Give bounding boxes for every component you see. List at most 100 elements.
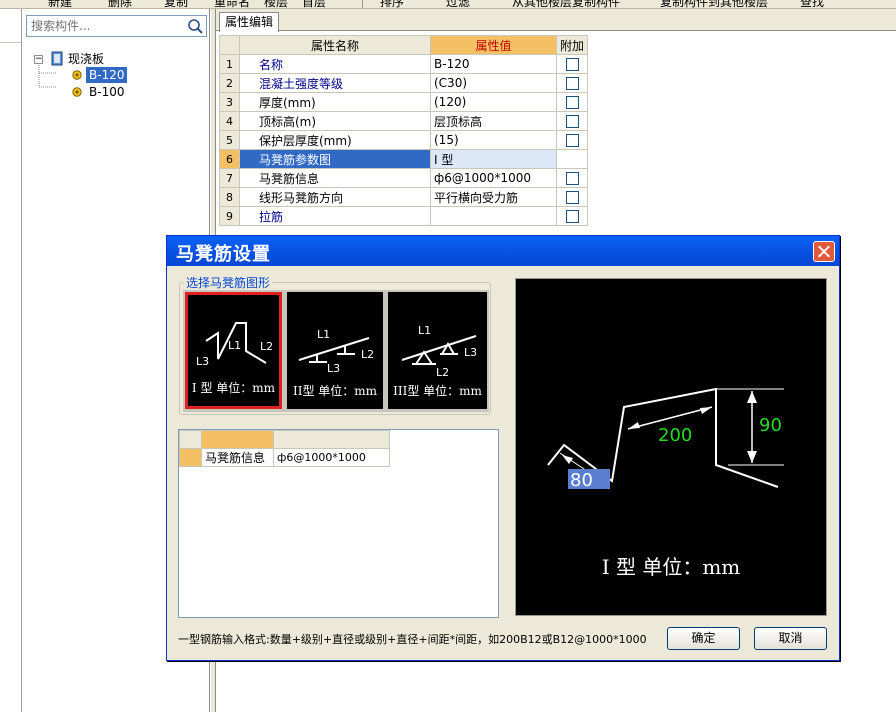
grid-corner [219,35,240,55]
shape-type-1[interactable]: L1 L2 L3 I 型 单位：mm [185,292,282,409]
close-icon[interactable] [813,241,835,262]
group-label: 选择马凳筋图形 [184,274,273,291]
info-corner [179,430,202,449]
info-header [273,430,390,449]
svg-text:L1: L1 [418,324,431,337]
table-row[interactable]: 4 顶标高(m) 层顶标高 [219,111,589,131]
extra-cell [555,54,589,74]
extra-checkbox[interactable] [565,58,579,71]
property-name: 厚度(mm) [239,92,431,112]
extra-cell [555,92,589,112]
table-row[interactable]: 8 线形马凳筋方向 平行横向受力筋 [219,187,589,207]
property-name: 顶标高(m) [239,111,431,131]
info-header [201,430,274,449]
property-name: 混凝土强度等级 [239,73,431,93]
extra-checkbox[interactable] [565,134,579,147]
shape-preview: 200 90 80 I 型 单位：mm [515,278,827,616]
svg-text:90: 90 [759,415,782,436]
svg-text:L3: L3 [196,355,209,368]
tree-item[interactable]: B-100 [89,84,124,100]
property-value[interactable]: (120) [430,92,557,112]
search-input[interactable] [29,18,179,34]
cancel-button[interactable]: 取消 [754,627,827,650]
table-row[interactable]: 7 马凳筋信息 ф6@1000*1000 [219,168,589,188]
column-header-value: 属性值 [430,35,557,55]
row-number: 4 [219,111,240,131]
collapse-icon[interactable]: − [34,55,43,64]
property-name: 名称 [239,54,431,74]
copy-from-floor-button[interactable]: 从其他楼层复制构件 [512,0,620,8]
shape-choices: L1 L2 L3 I 型 单位：mm L1 L2 L3 II型 单位：mm L1… [183,290,489,412]
property-value[interactable]: (C30) [430,73,557,93]
delete-button[interactable]: 删除 [108,0,132,8]
property-value[interactable]: B-120 [430,54,557,74]
info-row-marker [179,448,202,467]
property-name: 马凳筋参数图 [239,149,431,169]
sort-button[interactable]: 排序 [380,0,404,8]
table-row[interactable]: 1 名称 B-120 [219,54,589,74]
property-value[interactable]: I 型 [430,149,557,169]
rename-button[interactable]: 重命名 [214,0,250,8]
tree-root-label[interactable]: 现浇板 [68,51,104,67]
ok-button[interactable]: 确定 [667,627,740,650]
table-row-selected[interactable]: 6 马凳筋参数图 I 型 [219,149,589,169]
property-value[interactable]: ф6@1000*1000 [430,168,557,188]
extra-checkbox[interactable] [565,172,579,185]
extra-cell [555,149,589,169]
shape-type-2[interactable]: L1 L2 L3 II型 单位：mm [287,292,383,409]
extra-checkbox[interactable] [565,115,579,128]
property-name: 拉筋 [239,206,431,226]
shape-caption: I 型 单位：mm [191,381,276,395]
property-value[interactable] [430,206,557,226]
left-panel-strip [0,9,22,712]
svg-text:80: 80 [570,470,593,491]
svg-text:L2: L2 [436,366,449,379]
info-value[interactable]: ф6@1000*1000 [273,448,390,467]
extra-cell [555,206,589,226]
rebar-chair-dialog: 马凳筋设置 选择马凳筋图形 L1 L2 L3 I 型 单位：mm L1 L2 L… [166,235,840,661]
toolbar: 新建 删除 复制 重命名 楼层 首层 排序 过滤 从其他楼层复制构件 复制构件到… [0,0,896,9]
floor-label: 楼层 [264,0,289,9]
shape-caption: III型 单位：mm [393,384,482,398]
filter-button[interactable]: 过滤 [446,0,470,8]
svg-text:L3: L3 [327,362,340,375]
table-row[interactable]: 2 混凝土强度等级 (C30) [219,73,589,93]
dialog-titlebar[interactable]: 马凳筋设置 [167,236,839,266]
table-row[interactable]: 3 厚度(mm) (120) [219,92,589,112]
property-tabbar: 属性编辑 [216,9,896,32]
table-row[interactable]: 9 拉筋 [219,206,589,226]
extra-checkbox[interactable] [565,210,579,223]
svg-text:L2: L2 [260,340,273,353]
svg-text:L1: L1 [317,328,330,341]
new-button[interactable]: 新建 [48,0,72,8]
gear-icon [71,69,83,84]
extra-checkbox[interactable] [565,96,579,109]
tree-connector-lines [38,65,56,88]
extra-cell [555,168,589,188]
table-row[interactable]: 马凳筋信息 ф6@1000*1000 [179,448,390,467]
row-number: 5 [219,130,240,150]
input-format-hint: 一型钢筋输入格式:数量+级别+直径或级别+直径+间距*间距，如200B12或B1… [178,633,647,646]
row-number: 7 [219,168,240,188]
svg-text:L3: L3 [464,346,477,359]
gear-icon [71,86,83,101]
shape-type-3[interactable]: L1 L3 L2 III型 单位：mm [388,292,487,409]
table-row[interactable]: 5 保护层厚度(mm) (15) [219,130,589,150]
extra-cell [555,73,589,93]
copy-to-floor-button[interactable]: 复制构件到其他楼层 [660,0,768,8]
find-button[interactable]: 查找 [800,0,824,8]
property-value[interactable]: 平行横向受力筋 [430,187,557,207]
tab-property-edit[interactable]: 属性编辑 [219,12,279,32]
search-icon[interactable] [185,17,205,35]
extra-checkbox[interactable] [565,191,579,204]
floor-select[interactable]: 首层 [302,0,326,8]
property-value[interactable]: (15) [430,130,557,150]
copy-button[interactable]: 复制 [164,0,188,8]
extra-checkbox[interactable] [565,77,579,90]
tree-item[interactable]: B-120 [86,67,128,83]
row-number: 6 [219,149,240,169]
property-value[interactable]: 层顶标高 [430,111,557,131]
column-header-extra: 附加 [555,35,589,55]
property-name: 马凳筋信息 [239,168,431,188]
svg-text:L2: L2 [361,348,374,361]
